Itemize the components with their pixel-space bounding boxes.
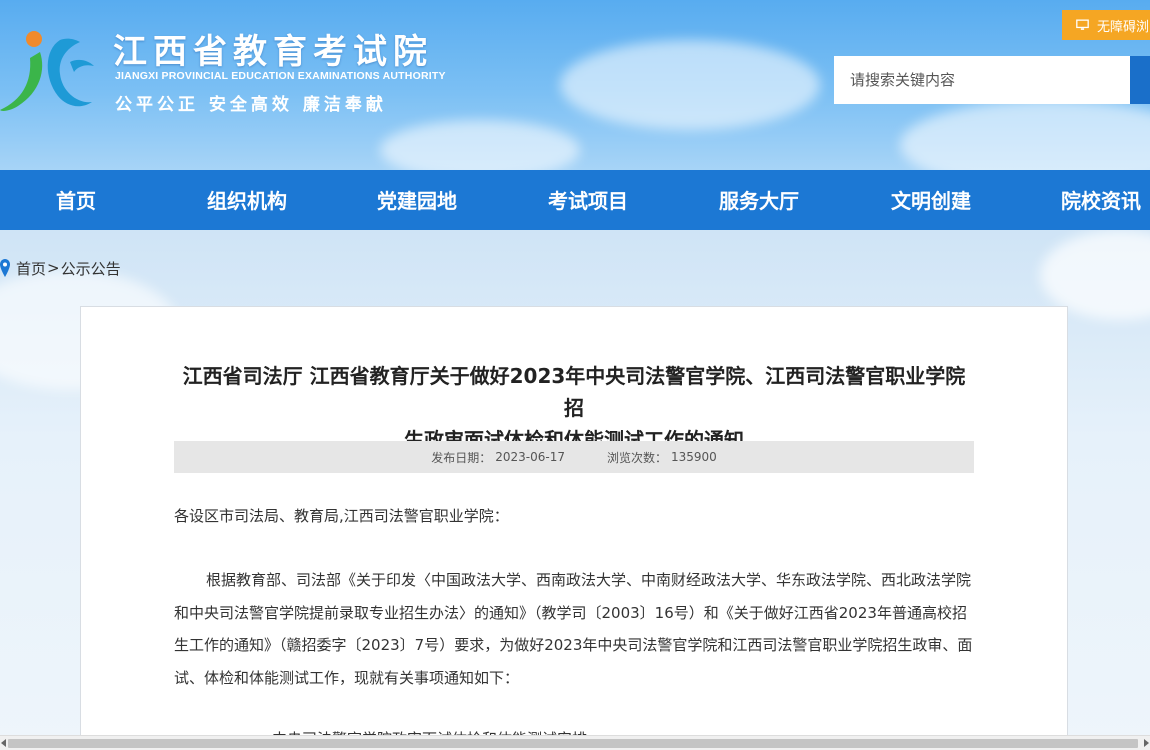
nav-item-home[interactable]: 首页 bbox=[56, 170, 96, 230]
nav-item-service-hall[interactable]: 服务大厅 bbox=[719, 170, 799, 230]
jx-logo-icon bbox=[0, 31, 94, 111]
nav-item-party-building[interactable]: 党建园地 bbox=[377, 170, 457, 230]
nav-item-civilization[interactable]: 文明创建 bbox=[891, 170, 971, 230]
breadcrumb-home[interactable]: 首页 bbox=[16, 258, 46, 279]
date-label: 发布日期： bbox=[431, 450, 492, 465]
scroll-left-icon[interactable] bbox=[1, 739, 6, 747]
view-count: 135900 bbox=[670, 450, 717, 464]
article-meta: 发布日期： 2023-06-17 浏览次数： 135900 bbox=[174, 441, 974, 473]
publish-date: 2023-06-17 bbox=[495, 450, 565, 464]
accessibility-label: 无障碍浏览 bbox=[1096, 19, 1150, 35]
nav-item-exam-projects[interactable]: 考试项目 bbox=[548, 170, 628, 230]
main-nav: 首页 组织机构 党建园地 考试项目 服务大厅 文明创建 院校资讯 bbox=[0, 170, 1150, 230]
breadcrumb: 首页 > 公示公告 bbox=[0, 258, 121, 278]
breadcrumb-separator: > bbox=[47, 259, 60, 277]
horizontal-scrollbar[interactable] bbox=[0, 735, 1150, 750]
scroll-right-icon[interactable] bbox=[1144, 739, 1149, 747]
accessibility-button[interactable]: 无障碍浏览 bbox=[1062, 10, 1150, 40]
breadcrumb-current[interactable]: 公示公告 bbox=[61, 258, 121, 279]
article-greeting: 各设区市司法局、教育局,江西司法警官职业学院： bbox=[174, 507, 509, 525]
location-pin-icon bbox=[0, 259, 10, 277]
monitor-icon bbox=[1076, 19, 1089, 30]
article-title-line1: 江西省司法厅 江西省教育厅关于做好2023年中央司法警官学院、江西司法警官职业学… bbox=[182, 364, 966, 420]
site-header: 江西省教育考试院 JIANGXI PROVINCIAL EDUCATION EX… bbox=[0, 0, 1150, 170]
search-input[interactable] bbox=[834, 56, 1130, 104]
views-label: 浏览次数： bbox=[606, 450, 667, 465]
site-motto: 公平公正 安全高效 廉洁奉献 bbox=[115, 95, 387, 115]
site-title: 江西省教育考试院 bbox=[113, 32, 433, 72]
site-english-name: JIANGXI PROVINCIAL EDUCATION EXAMINATION… bbox=[115, 70, 446, 82]
nav-item-organization[interactable]: 组织机构 bbox=[207, 170, 287, 230]
article-paragraph: 根据教育部、司法部《关于印发〈中国政法大学、西南政法大学、中南财经政法大学、华东… bbox=[174, 571, 973, 687]
search-button[interactable] bbox=[1130, 56, 1150, 104]
nav-item-college-news[interactable]: 院校资讯 bbox=[1061, 170, 1141, 230]
scrollbar-thumb[interactable] bbox=[8, 739, 1138, 748]
